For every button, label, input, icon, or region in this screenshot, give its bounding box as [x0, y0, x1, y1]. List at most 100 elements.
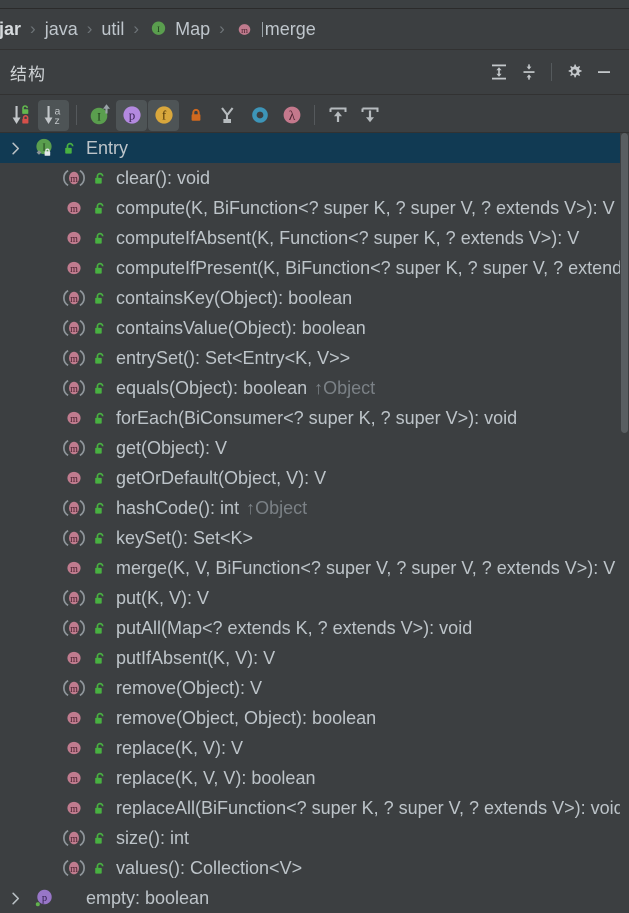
- svg-text:m: m: [70, 234, 78, 245]
- expand-all-button-toolbar[interactable]: [322, 100, 353, 131]
- tree-row[interactable]: m compute(K, BiFunction<? super K, ? supe…: [0, 193, 629, 223]
- svg-text:m: m: [70, 294, 78, 305]
- vertical-scrollbar[interactable]: [620, 133, 629, 913]
- tree-row-label: forEach(BiConsumer<? super K, ? super V>…: [116, 407, 518, 428]
- tree-row[interactable]: m remove(Object, Object): boolean: [0, 703, 629, 733]
- tree-row[interactable]: m remove(Object): V: [0, 673, 629, 703]
- method-icon: m: [60, 766, 88, 790]
- method-icon: m: [60, 826, 88, 850]
- chevron-right-icon[interactable]: [0, 139, 30, 158]
- tree-row[interactable]: m put(K, V): V: [0, 583, 629, 613]
- breadcrumb-item-java[interactable]: java: [45, 19, 78, 40]
- tree-row[interactable]: m clear(): void: [0, 163, 629, 193]
- svg-text:m: m: [70, 624, 78, 635]
- method-icon: m: [60, 316, 88, 340]
- breadcrumb-item-label: merge: [264, 18, 316, 39]
- method-icon: m: [60, 256, 88, 280]
- tree-row[interactable]: m forEach(BiConsumer<? super K, ? super V…: [0, 403, 629, 433]
- hide-button[interactable]: [589, 57, 619, 87]
- svg-text:m: m: [241, 24, 248, 34]
- svg-text:m: m: [70, 264, 78, 275]
- interface-icon: I: [148, 19, 169, 40]
- tree-row[interactable]: p empty: boolean: [0, 883, 629, 913]
- show-fields-button[interactable]: f: [148, 99, 179, 131]
- chevron-right-icon[interactable]: [0, 889, 30, 908]
- tree-row[interactable]: I Entry: [0, 133, 629, 163]
- show-interfaces-button[interactable]: [244, 100, 275, 131]
- breadcrumb-separator: ›: [30, 19, 36, 38]
- show-non-public-button[interactable]: [180, 100, 211, 131]
- tree-row-label: merge(K, V, BiFunction<? super V, ? supe…: [116, 557, 616, 578]
- public-visibility-icon: [88, 619, 110, 638]
- tree-row[interactable]: m get(Object): V: [0, 433, 629, 463]
- show-inherited-button[interactable]: I: [84, 100, 115, 131]
- tree-row[interactable]: m keySet(): Set<K>: [0, 523, 629, 553]
- method-icon: m: [60, 436, 88, 460]
- tree-row[interactable]: m computeIfPresent(K, BiFunction<? super …: [0, 253, 629, 283]
- svg-text:m: m: [70, 444, 78, 455]
- tree-row[interactable]: m equals(Object): boolean ↑Object: [0, 373, 629, 403]
- svg-text:m: m: [70, 564, 78, 575]
- sort-alphabetically-button[interactable]: a z: [38, 99, 69, 131]
- tree-row[interactable]: m containsKey(Object): boolean: [0, 283, 629, 313]
- tree-row[interactable]: m getOrDefault(Object, V): V: [0, 463, 629, 493]
- public-visibility-icon: [88, 799, 110, 818]
- public-visibility-icon: [88, 499, 110, 518]
- method-icon: m: [60, 586, 88, 610]
- structure-tree[interactable]: I Entry m clear(): void m compute(K, BiFuncti…: [0, 133, 629, 913]
- public-visibility-icon: [88, 319, 110, 338]
- tree-row[interactable]: m putIfAbsent(K, V): V: [0, 643, 629, 673]
- interface-icon: I: [30, 136, 58, 160]
- settings-button[interactable]: [559, 57, 589, 87]
- svg-text:m: m: [70, 774, 78, 785]
- tree-row-label: values(): Collection<V>: [116, 857, 303, 878]
- collapse-all-button-toolbar[interactable]: [354, 100, 385, 131]
- public-visibility-icon: [88, 679, 110, 698]
- breadcrumb-item-jar[interactable]: .jar: [0, 19, 21, 40]
- svg-text:m: m: [70, 864, 78, 875]
- structure-tool-window: .jar › java › util › I Map › m merge 结构: [0, 0, 629, 913]
- tree-row[interactable]: m merge(K, V, BiFunction<? super V, ? sup…: [0, 553, 629, 583]
- public-visibility-icon: [88, 409, 110, 428]
- tree-row[interactable]: m computeIfAbsent(K, Function<? super K, …: [0, 223, 629, 253]
- svg-text:m: m: [70, 174, 78, 185]
- tree-row-label: replaceAll(BiFunction<? super K, ? super…: [116, 797, 624, 818]
- method-icon: m: [60, 376, 88, 400]
- tree-row[interactable]: m entrySet(): Set<Entry<K, V>>: [0, 343, 629, 373]
- show-anonymous-classes-button[interactable]: [212, 100, 243, 131]
- svg-text:m: m: [70, 324, 78, 335]
- method-icon: m: [60, 676, 88, 700]
- collapse-all-button[interactable]: [514, 57, 544, 87]
- tree-row-label: remove(Object, Object): boolean: [116, 707, 377, 728]
- breadcrumb-item-map[interactable]: I Map: [148, 19, 210, 40]
- sort-by-visibility-button[interactable]: [6, 100, 37, 131]
- svg-text:m: m: [70, 804, 78, 815]
- tree-row[interactable]: m putAll(Map<? extends K, ? extends V>): …: [0, 613, 629, 643]
- public-visibility-icon: [88, 199, 110, 218]
- tree-row-label: size(): int: [116, 827, 190, 848]
- breadcrumb-item-util[interactable]: util: [101, 19, 124, 40]
- svg-text:m: m: [70, 834, 78, 845]
- tree-row[interactable]: m hashCode(): int ↑Object: [0, 493, 629, 523]
- method-icon: m: [60, 856, 88, 880]
- public-visibility-icon: [88, 829, 110, 848]
- tree-row[interactable]: m values(): Collection<V>: [0, 853, 629, 883]
- tree-row[interactable]: m size(): int: [0, 823, 629, 853]
- tree-row-label: clear(): void: [116, 167, 211, 188]
- tree-row-label: getOrDefault(Object, V): V: [116, 467, 327, 488]
- show-lambdas-button[interactable]: λ: [276, 100, 307, 131]
- method-icon: m: [60, 526, 88, 550]
- public-visibility-icon: [88, 229, 110, 248]
- tree-row[interactable]: m containsValue(Object): boolean: [0, 313, 629, 343]
- header-separator: [551, 63, 552, 81]
- show-properties-button[interactable]: p: [116, 99, 147, 131]
- tree-row[interactable]: m replace(K, V): V: [0, 733, 629, 763]
- vertical-scrollbar-thumb[interactable]: [621, 133, 628, 433]
- tree-row[interactable]: m replaceAll(BiFunction<? super K, ? supe…: [0, 793, 629, 823]
- breadcrumb-item-merge[interactable]: m merge: [234, 19, 316, 40]
- tree-row-label: computeIfAbsent(K, Function<? super K, ?…: [116, 227, 580, 248]
- expand-all-button[interactable]: [484, 57, 514, 87]
- tree-row[interactable]: m replace(K, V, V): boolean: [0, 763, 629, 793]
- svg-text:m: m: [70, 714, 78, 725]
- tree-row-label: putAll(Map<? extends K, ? extends V>): v…: [116, 617, 473, 638]
